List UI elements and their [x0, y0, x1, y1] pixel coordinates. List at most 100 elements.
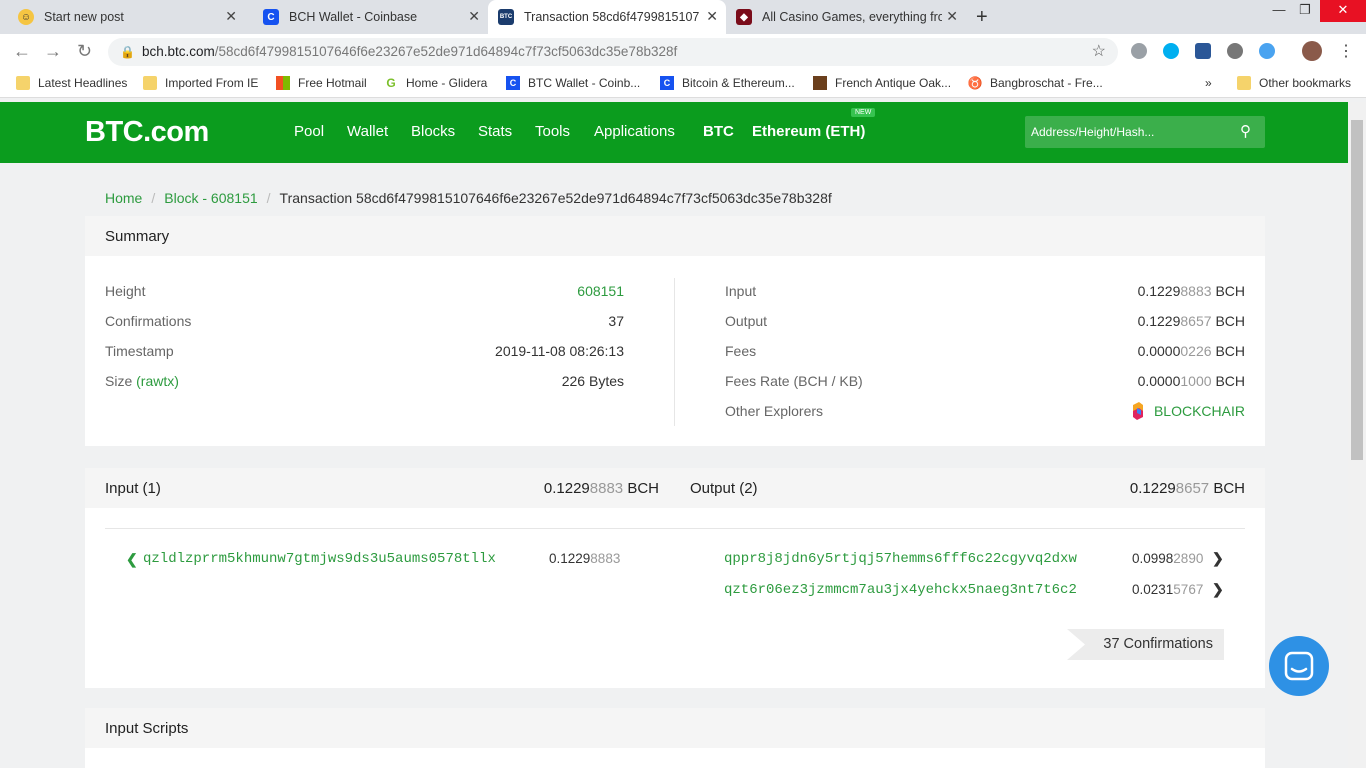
summary-title: Summary — [85, 216, 1265, 256]
close-tab-icon[interactable]: ✕ — [706, 8, 718, 25]
bull-icon: ♉ — [967, 76, 983, 90]
glidera-icon: G — [386, 76, 396, 90]
close-tab-icon[interactable]: ✕ — [468, 8, 480, 25]
extension-icon[interactable] — [1131, 43, 1147, 59]
lock-icon: 🔒 — [120, 45, 135, 59]
blockchair-link[interactable]: BLOCKCHAIR — [1131, 401, 1245, 421]
folder-icon — [16, 76, 30, 90]
fees-label: Fees — [725, 343, 757, 359]
address-bar[interactable]: 🔒 bch.btc.com/58cd6f4799815107646f6e2326… — [108, 38, 1118, 66]
tab-start-new-post[interactable]: ☺ Start new post ✕ — [0, 0, 245, 34]
bookmark-star-icon[interactable]: ☆ — [1092, 38, 1106, 66]
restore-icon[interactable]: ❐ — [1294, 0, 1316, 22]
close-tab-icon[interactable]: ✕ — [946, 8, 958, 25]
search-icon[interactable]: ⚲ — [1240, 116, 1251, 148]
btc-com-logo[interactable]: BTC.com — [85, 116, 209, 149]
minimize-icon[interactable]: — — [1268, 0, 1290, 22]
browser-toolbar: ← → ↻ 🔒 bch.btc.com/58cd6f4799815107646f… — [0, 34, 1366, 70]
chevron-right-icon[interactable]: ❯ — [1212, 581, 1224, 598]
btc-com-icon: BTC — [498, 9, 514, 25]
output-title: Output (2) — [690, 480, 758, 497]
unit: BCH — [1215, 283, 1245, 299]
bookmark-other[interactable]: Other bookmarks — [1237, 76, 1351, 90]
input-amount: 0.12298883 — [549, 551, 620, 566]
value-main: 0.0000 — [1137, 343, 1181, 359]
close-window-icon[interactable]: ✕ — [1320, 0, 1366, 22]
unit: BCH — [1215, 313, 1245, 329]
close-tab-icon[interactable]: ✕ — [225, 8, 237, 25]
breadcrumb: Home / Block - 608151 / Transaction 58cd6f47… — [105, 190, 832, 206]
rawtx-link[interactable]: (rawtx) — [136, 373, 179, 389]
scrollbar-thumb[interactable] — [1351, 120, 1363, 460]
bookmark-bitcoin-ethereum[interactable]: C Bitcoin & Ethereum... — [660, 76, 795, 90]
folder-icon — [143, 76, 157, 90]
smiley-icon: ☺ — [18, 9, 34, 25]
nav-btc[interactable]: BTC — [703, 123, 734, 140]
new-badge: NEW — [851, 108, 876, 117]
profile-avatar[interactable] — [1302, 41, 1322, 61]
tab-transaction[interactable]: BTC Transaction 58cd6f479981510764 ✕ — [488, 0, 726, 34]
breadcrumb-separator: / — [266, 190, 271, 206]
nav-stats[interactable]: Stats — [478, 123, 512, 140]
search-input[interactable]: Address/Height/Hash... ⚲ — [1025, 116, 1265, 148]
confirmations-label: Confirmations — [105, 313, 192, 329]
bookmark-bangbroschat[interactable]: ♉ Bangbroschat - Fre... — [968, 76, 1103, 90]
input-value: 0.12298883 BCH — [1138, 283, 1245, 299]
value-main: 0.1229 — [549, 551, 591, 566]
breadcrumb-home[interactable]: Home — [105, 190, 142, 206]
page-scrollbar[interactable] — [1348, 102, 1366, 768]
skype-icon[interactable] — [1163, 43, 1179, 59]
value-dim: 8883 — [1180, 283, 1212, 299]
value-main: 0.0998 — [1132, 551, 1174, 566]
new-tab-button[interactable]: + — [976, 6, 988, 29]
forward-icon[interactable]: → — [44, 41, 62, 62]
chat-launcher-button[interactable] — [1269, 636, 1329, 696]
tab-bch-wallet[interactable]: C BCH Wallet - Coinbase ✕ — [245, 0, 488, 34]
nav-pool[interactable]: Pool — [294, 123, 324, 140]
breadcrumb-separator: / — [151, 190, 156, 206]
nav-blocks[interactable]: Blocks — [411, 123, 455, 140]
bookmark-btc-wallet[interactable]: C BTC Wallet - Coinb... — [506, 76, 640, 90]
size-value: 226 Bytes — [561, 373, 624, 389]
bookmark-label: Bangbroschat - Fre... — [990, 76, 1103, 90]
bookmark-latest-headlines[interactable]: Latest Headlines — [16, 76, 127, 90]
nav-ethereum[interactable]: Ethereum (ETH) — [752, 123, 865, 140]
bookmark-free-hotmail[interactable]: Free Hotmail — [276, 76, 367, 90]
nav-applications[interactable]: Applications — [594, 123, 675, 140]
reload-icon[interactable]: ↻ — [77, 41, 92, 62]
value-dim: 8883 — [589, 480, 624, 497]
shop-icon — [813, 76, 827, 90]
menu-icon[interactable]: ⋮ — [1338, 41, 1354, 61]
output-address-1[interactable]: qppr8j8jdn6y5rtjqj57hemms6fff6c22cgyvq2d… — [724, 551, 1077, 567]
output-address-2[interactable]: qzt6r06ez3jzmmcm7au3jx4yehckx5naeg3nt7t6… — [724, 582, 1077, 598]
value-dim: 1000 — [1180, 373, 1212, 389]
shield-icon[interactable] — [1195, 43, 1211, 59]
output-label: Output — [725, 313, 768, 329]
bookmark-french-antique[interactable]: French Antique Oak... — [813, 76, 951, 90]
value-main: 0.0231 — [1132, 582, 1174, 597]
cloud-icon[interactable] — [1259, 43, 1275, 59]
breadcrumb-block[interactable]: Block - 608151 — [164, 190, 257, 206]
bookmark-glidera[interactable]: G Home - Glidera — [384, 76, 487, 90]
input-total: 0.12298883 BCH — [544, 468, 659, 510]
output-total: 0.12298657 BCH — [1130, 468, 1245, 510]
nav-wallet[interactable]: Wallet — [347, 123, 388, 140]
tab-casino[interactable]: ◆ All Casino Games, everything fro ✕ — [726, 0, 966, 34]
height-value[interactable]: 608151 — [577, 283, 624, 299]
unit: BCH — [1215, 373, 1245, 389]
nav-tools[interactable]: Tools — [535, 123, 570, 140]
coinbase-icon: C — [506, 76, 520, 90]
bookmark-imported-from-ie[interactable]: Imported From IE — [143, 76, 258, 90]
fees-rate-value: 0.00001000 BCH — [1138, 373, 1245, 389]
tab-label: Transaction 58cd6f479981510764 — [524, 10, 700, 24]
input-address[interactable]: qzldlzprrm5khmunw7gtmjws9ds3u5aums0578tl… — [143, 551, 496, 567]
chevron-right-icon[interactable]: ❯ — [1212, 550, 1224, 567]
value-dim: 0226 — [1180, 343, 1212, 359]
bookmark-label: Free Hotmail — [298, 76, 367, 90]
back-icon[interactable]: ← — [13, 41, 31, 62]
value-main: 0.1229 — [1137, 313, 1181, 329]
chat-icon — [1284, 651, 1314, 681]
fees-value: 0.00000226 BCH — [1138, 343, 1245, 359]
bookmarks-overflow-icon[interactable]: » — [1205, 76, 1212, 90]
chat-extension-icon[interactable] — [1227, 43, 1243, 59]
